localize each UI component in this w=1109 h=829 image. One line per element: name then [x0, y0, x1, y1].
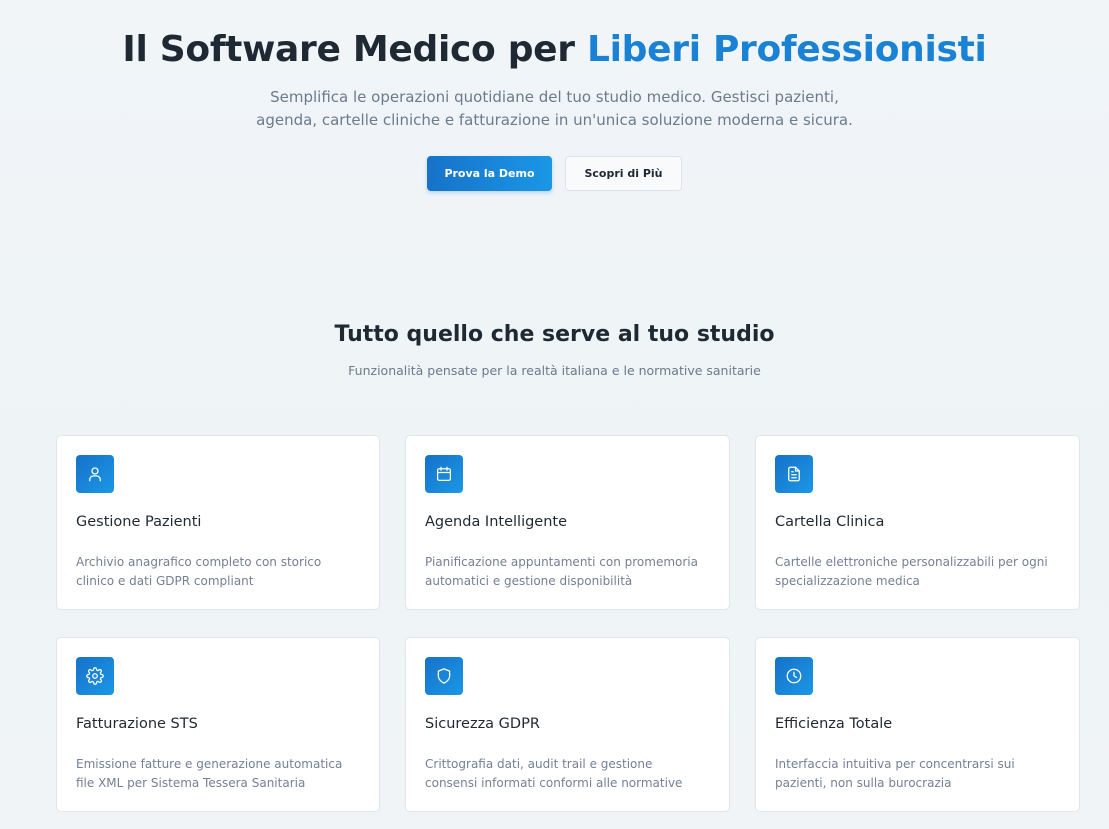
feature-card-title: Cartella Clinica: [775, 514, 885, 530]
feature-card-agenda: Agenda Intelligente Pianificazione appun…: [405, 435, 730, 610]
feature-card-title: Fatturazione STS: [76, 716, 198, 732]
feature-card-description: Pianificazione appuntamenti con promemor…: [425, 555, 698, 588]
clock-icon: [775, 657, 813, 695]
try-demo-button[interactable]: Prova la Demo: [427, 156, 552, 191]
feature-card-title: Agenda Intelligente: [425, 514, 568, 530]
gear-icon: [76, 657, 114, 695]
document-icon: [775, 455, 813, 493]
features-subtitle: Funzionalità pensate per la realtà itali…: [348, 363, 761, 378]
hero-section: Il Software Medico per Liberi Profession…: [0, 0, 1109, 191]
features-title: Tutto quello che serve al tuo studio: [334, 322, 775, 347]
feature-card-efficiency: Efficienza Totale Interfaccia intuitiva …: [755, 637, 1080, 812]
hero-title-accent: Liberi Professionisti: [586, 29, 987, 70]
features-section: Tutto quello che serve al tuo studio Fun…: [0, 320, 1109, 378]
feature-card-description: Crittografia dati, audit trail e gestion…: [425, 757, 683, 790]
feature-card-description: Archivio anagrafico completo con storico…: [76, 555, 322, 588]
hero-subtitle: Semplifica le operazioni quotidiane del …: [256, 88, 853, 129]
hero-title-main: Il Software Medico per: [122, 29, 587, 70]
feature-card-title: Sicurezza GDPR: [425, 716, 540, 732]
feature-card-clinical-record: Cartella Clinica Cartelle elettroniche p…: [755, 435, 1080, 610]
feature-card-billing: Fatturazione STS Emissione fatture e gen…: [56, 637, 380, 812]
learn-more-button[interactable]: Scopri di Più: [565, 156, 682, 191]
feature-card-description: Interfaccia intuitiva per concentrarsi s…: [775, 757, 1015, 790]
feature-card-title: Gestione Pazienti: [76, 514, 202, 530]
feature-card-description: Emissione fatture e generazione automati…: [76, 757, 343, 790]
shield-icon: [425, 657, 463, 695]
feature-card-description: Cartelle elettroniche personalizzabili p…: [775, 555, 1048, 588]
feature-card-title: Efficienza Totale: [775, 716, 893, 732]
feature-card-patients: Gestione Pazienti Archivio anagrafico co…: [56, 435, 380, 610]
calendar-icon: [425, 455, 463, 493]
hero-title: Il Software Medico per Liberi Profession…: [0, 28, 1109, 72]
feature-card-security: Sicurezza GDPR Crittografia dati, audit …: [405, 637, 730, 812]
features-grid: Gestione Pazienti Archivio anagrafico co…: [56, 435, 1080, 812]
user-icon: [76, 455, 114, 493]
hero-actions: Prova la Demo Scopri di Più: [0, 156, 1109, 191]
